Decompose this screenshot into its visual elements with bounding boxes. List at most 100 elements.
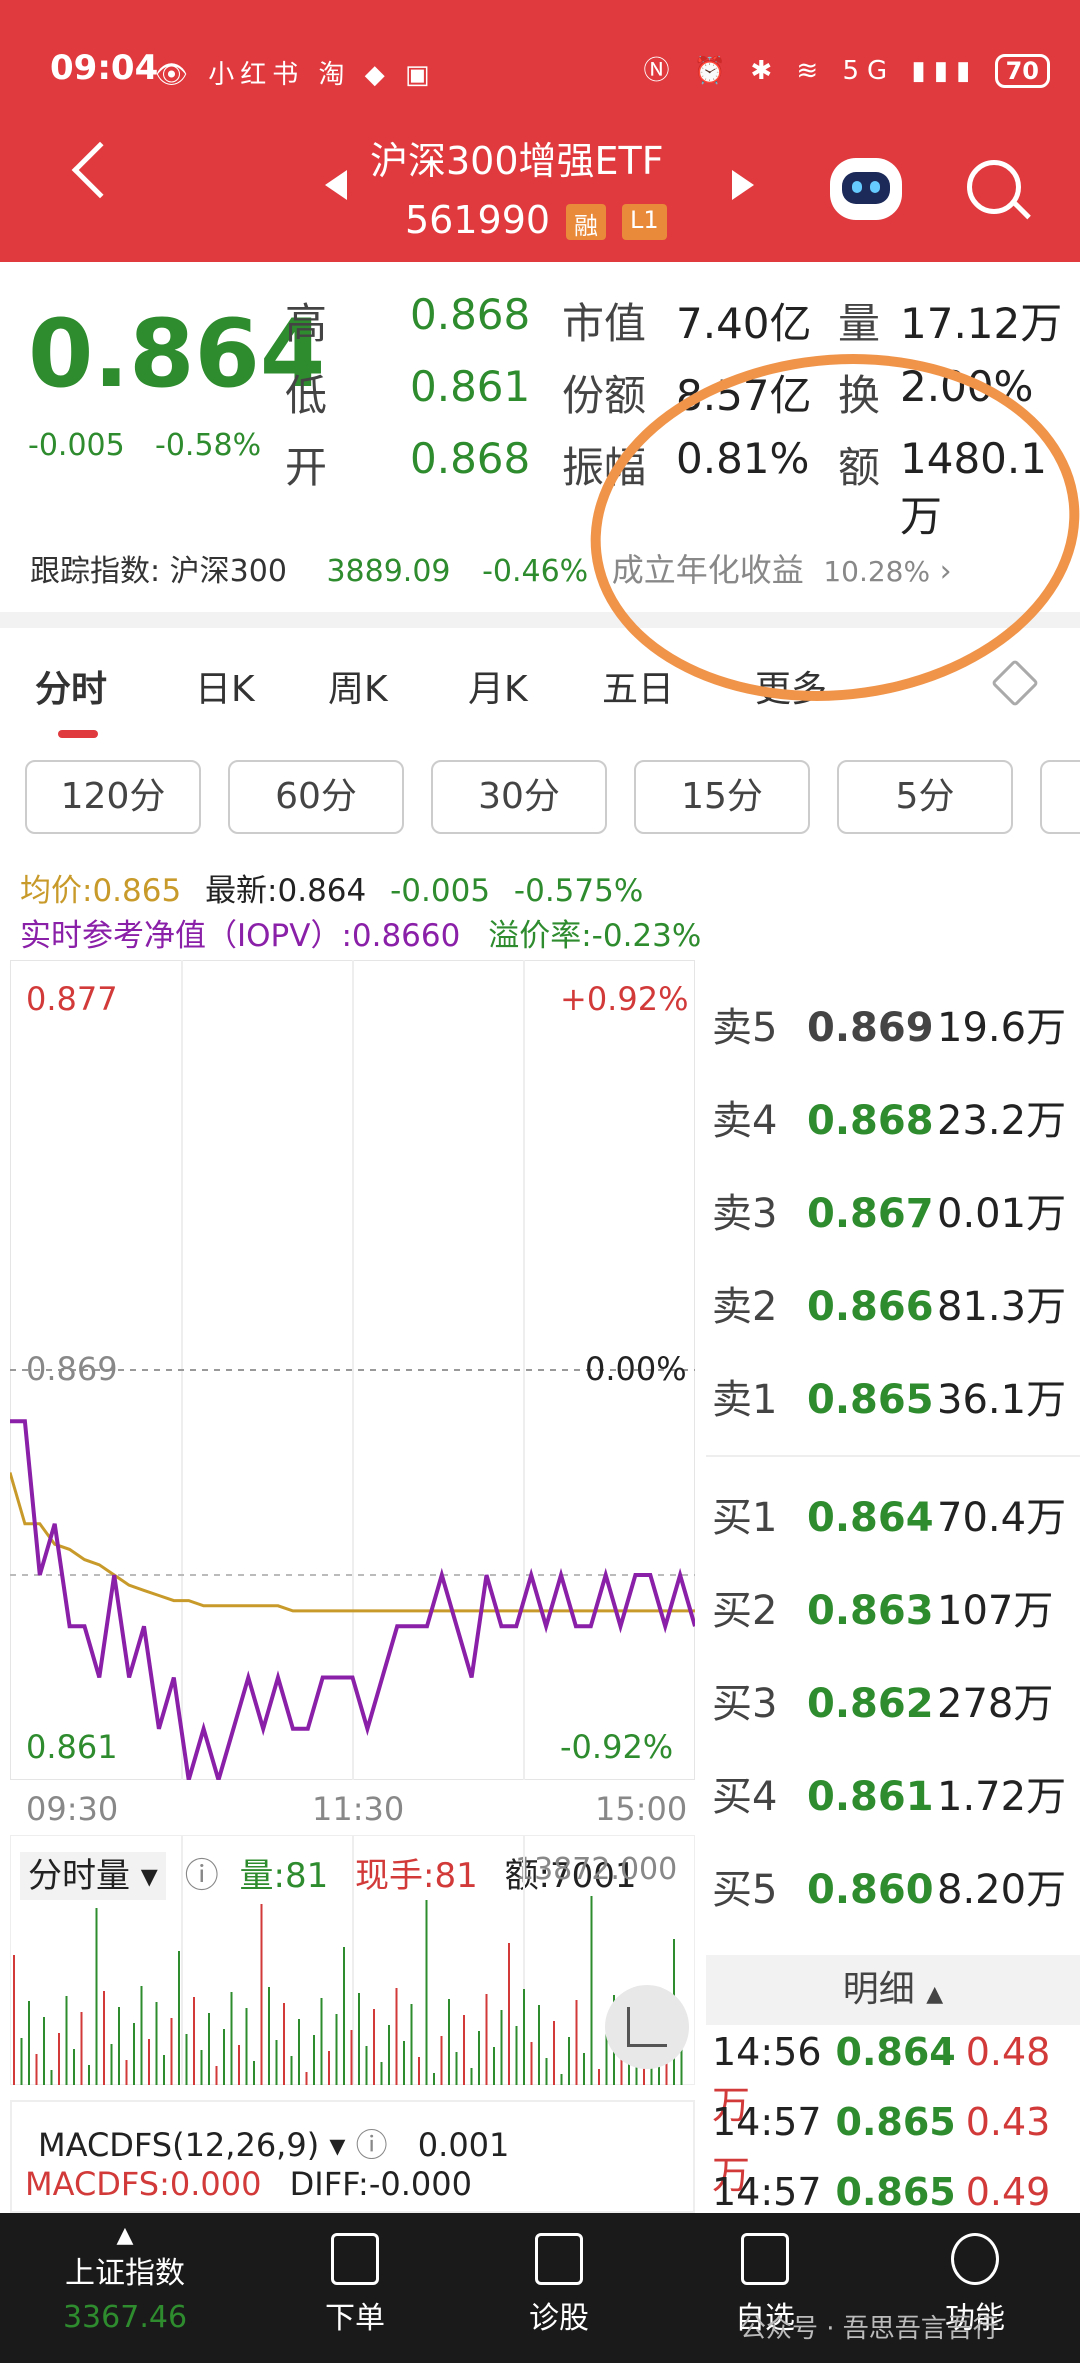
trade-time: 14:57: [712, 2100, 822, 2144]
orderbook-volume: 1.72万: [937, 1774, 1067, 1820]
quote-v3: 17.12万: [900, 299, 1063, 348]
orderbook-volume: 70.4万: [937, 1495, 1067, 1541]
stock-name: 沪深300增强ETF: [370, 139, 664, 183]
orderbook-price: 0.868: [807, 1098, 934, 1144]
orderbook-label: 卖5: [712, 1005, 778, 1051]
period-button-1[interactable]: 60分: [228, 760, 404, 834]
orderbook-label: 买4: [712, 1774, 778, 1820]
macd-value-top: 0.001: [417, 2126, 510, 2164]
period-button-2[interactable]: 30分: [431, 760, 607, 834]
orderbook-row[interactable]: 买3 0.862278万: [712, 1671, 1053, 1729]
orderbook-price: 0.864: [807, 1495, 934, 1541]
orderbook-row[interactable]: 卖1 0.86536.1万: [712, 1367, 1066, 1425]
chart-high-pct: +0.92%: [560, 980, 689, 1018]
level-tag: L1: [622, 204, 667, 240]
orderbook-label: 卖4: [712, 1098, 778, 1144]
triangle-up-icon: ▲: [116, 2223, 134, 2248]
quote-l2: 份额: [562, 371, 647, 420]
tab-4[interactable]: 五日: [602, 660, 674, 712]
orderbook-row[interactable]: 买2 0.863107万: [712, 1578, 1053, 1636]
iopv-value: 实时参考净值（IOPV）:0.8660: [20, 918, 461, 954]
quote-l1: 开: [285, 443, 328, 492]
settings-icon[interactable]: [990, 658, 1040, 708]
quote-v1: 0.868: [410, 290, 531, 339]
orderbook-volume: 278万: [937, 1681, 1054, 1727]
latest-pct: -0.575%: [513, 873, 644, 909]
fullscreen-button[interactable]: [605, 1985, 689, 2069]
next-stock-icon[interactable]: [732, 170, 754, 200]
orderbook-volume: 19.6万: [937, 1005, 1067, 1051]
chart-mid-label: 0.869: [26, 1350, 118, 1388]
period-button-4[interactable]: 5分: [837, 760, 1013, 834]
ai-assistant-icon[interactable]: [830, 158, 902, 220]
iopv-line: 实时参考净值（IOPV）:0.8660 溢价率:-0.23%: [20, 910, 701, 955]
quote-l2: 市值: [562, 299, 647, 348]
chart-mid-pct: 0.00%: [585, 1350, 687, 1388]
watermark: 公众号 · 吾思吾言吾行: [740, 2314, 999, 2344]
period-button-3[interactable]: 15分: [634, 760, 810, 834]
orderbook-volume: 81.3万: [937, 1284, 1067, 1330]
trade-detail-header[interactable]: 明细 ▲: [706, 1955, 1080, 2025]
margin-tag: 融: [566, 204, 606, 240]
diagnose-icon: [535, 2233, 583, 2285]
orderbook-row[interactable]: 卖4 0.86823.2万: [712, 1088, 1066, 1146]
tracking-value: 3889.09: [326, 554, 451, 589]
trade-price: 0.865: [835, 2170, 956, 2214]
tab-1[interactable]: 日K: [195, 660, 255, 712]
orderbook-price: 0.869: [807, 1005, 934, 1051]
nav-order[interactable]: 下单: [310, 2233, 400, 2337]
orderbook-price: 0.867: [807, 1191, 934, 1237]
orderbook-row[interactable]: 买1 0.86470.4万: [712, 1485, 1066, 1543]
tracking-pct: -0.46%: [482, 554, 589, 589]
macd-value: MACDFS:0.000: [25, 2165, 262, 2203]
orderbook-label: 卖3: [712, 1191, 778, 1237]
status-time: 09:04: [50, 48, 159, 88]
functions-icon: [951, 2233, 999, 2285]
tab-0[interactable]: 分时: [35, 660, 107, 712]
trade-time: 14:56: [712, 2030, 822, 2074]
help-icon[interactable]: ⓘ: [356, 2126, 388, 2164]
watchlist-icon: [741, 2233, 789, 2285]
time-end: 15:00: [595, 1790, 688, 1828]
active-tab-indicator: [58, 730, 98, 738]
nav-diagnose-label: 诊股: [529, 2301, 589, 2336]
orderbook-row[interactable]: 买4 0.8611.72万: [712, 1764, 1066, 1822]
order-icon: [331, 2233, 379, 2285]
orderbook-label: 卖2: [712, 1284, 778, 1330]
app-header: 09:04 👁 小红书 淘 ◆ ▣ Ⓝ ⏰ ✱ ≋ 5G ▮▮▮ 70 沪深30…: [0, 0, 1080, 262]
macd-label[interactable]: MACDFS(12,26,9): [38, 2126, 319, 2164]
index-ticker[interactable]: ▲ 上证指数 3367.46: [50, 2223, 200, 2335]
orderbook-row[interactable]: 卖2 0.86681.3万: [712, 1274, 1066, 1332]
macd-values: MACDFS:0.000 DIFF:-0.000: [25, 2165, 472, 2203]
period-button-more[interactable]: [1040, 760, 1080, 834]
orderbook-volume: 107万: [937, 1588, 1054, 1634]
orderbook-row[interactable]: 卖3 0.8670.01万: [712, 1181, 1066, 1239]
signal-icons: Ⓝ ⏰ ✱ ≋ 5G ▮▮▮: [643, 56, 979, 86]
orderbook-row[interactable]: 买5 0.8608.20万: [712, 1857, 1066, 1915]
orderbook-row[interactable]: 卖5 0.86919.6万: [712, 995, 1066, 1053]
trade-time: 14:57: [712, 2170, 822, 2214]
tab-2[interactable]: 周K: [328, 660, 388, 712]
status-app-icons: 👁 小红书 淘 ◆ ▣: [155, 60, 436, 90]
indicator-line: 均价:0.865 最新:0.864 -0.005 -0.575%: [20, 865, 643, 910]
quote-l1: 高: [285, 299, 328, 348]
quote-v1: 0.868: [410, 434, 531, 483]
stock-code: 561990: [405, 198, 551, 242]
orderbook-volume: 36.1万: [937, 1377, 1067, 1423]
nav-diagnose[interactable]: 诊股: [514, 2233, 604, 2337]
quote-l1: 低: [285, 371, 328, 420]
quote-l3: 量: [838, 299, 881, 348]
latest-chg: -0.005: [390, 873, 491, 909]
battery-icon: 70: [994, 54, 1050, 88]
status-system-icons: Ⓝ ⏰ ✱ ≋ 5G ▮▮▮ 70: [643, 50, 1050, 88]
prev-stock-icon[interactable]: [325, 170, 347, 200]
status-bar: 09:04 👁 小红书 淘 ◆ ▣ Ⓝ ⏰ ✱ ≋ 5G ▮▮▮ 70: [0, 40, 1080, 100]
orderbook-label: 买1: [712, 1495, 778, 1541]
bottom-navigation: ▲ 上证指数 3367.46 下单 诊股 自选 功能 公众号 · 吾思吾言吾行: [0, 2213, 1080, 2363]
detail-title: 明细: [842, 1969, 915, 2010]
period-button-0[interactable]: 120分: [25, 760, 201, 834]
chart-low-pct: -0.92%: [560, 1728, 674, 1766]
tab-3[interactable]: 月K: [468, 660, 528, 712]
trade-price: 0.864: [835, 2030, 956, 2074]
back-arrow-icon[interactable]: [71, 141, 129, 199]
